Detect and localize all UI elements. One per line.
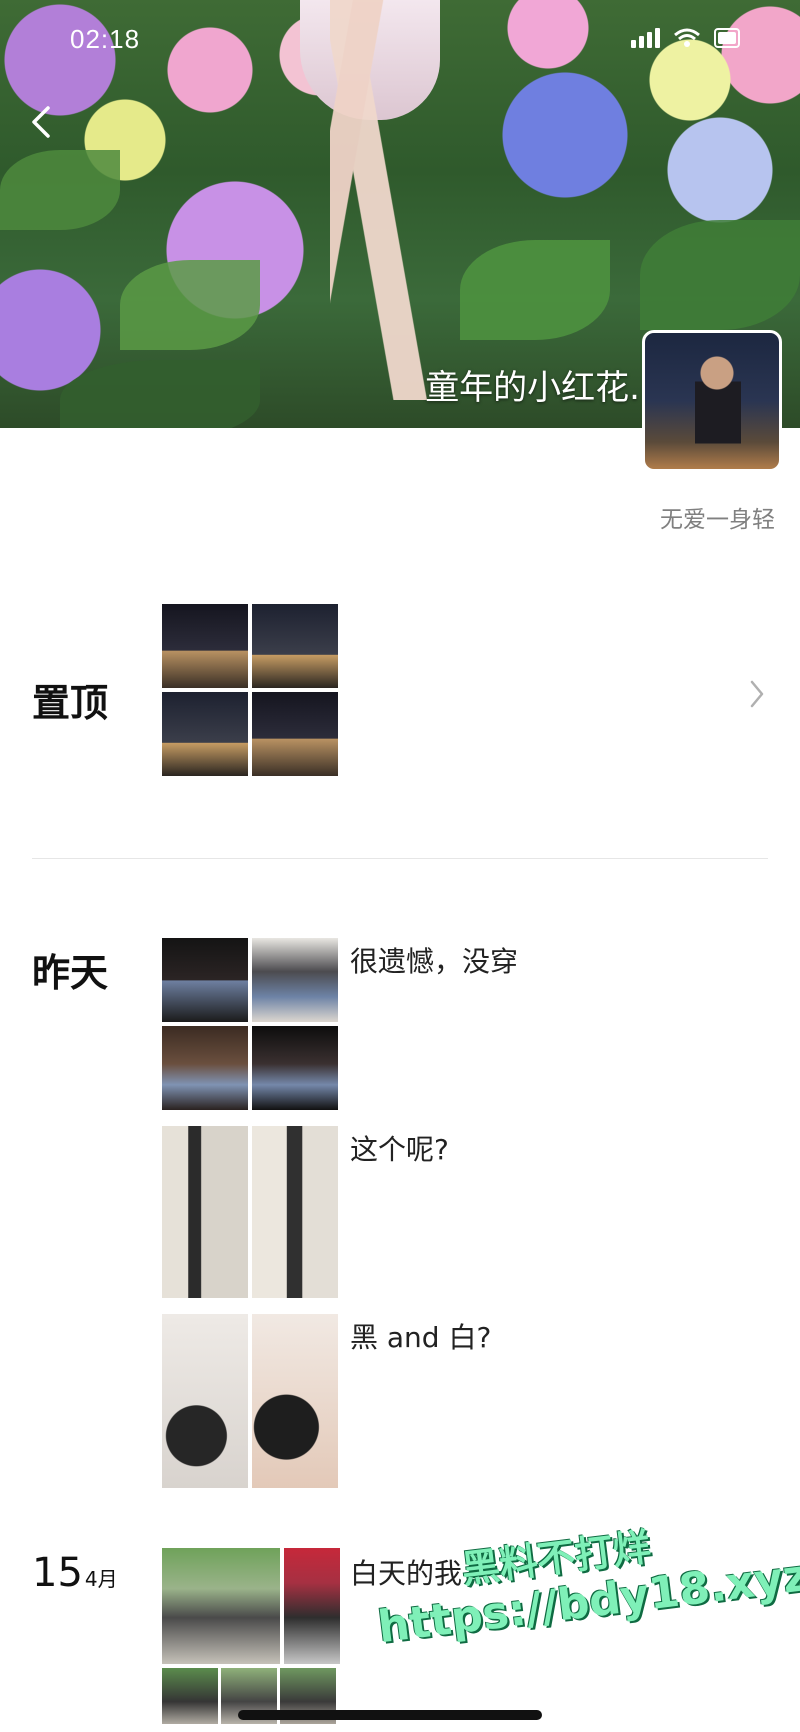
- pinned-photo-grid[interactable]: [162, 604, 338, 776]
- cover-legs: [330, 0, 460, 400]
- post-date: 15 4月: [32, 1550, 118, 1596]
- date-month: 4月: [84, 1567, 118, 1591]
- avatar[interactable]: [642, 330, 782, 472]
- post-photo-grid[interactable]: [162, 1548, 340, 1664]
- home-indicator[interactable]: [238, 1710, 542, 1720]
- photo-thumbnail: [284, 1548, 340, 1664]
- status-time: 02:18: [70, 24, 141, 54]
- photo-thumbnail: [162, 604, 248, 688]
- photo-thumbnail: [162, 1548, 280, 1664]
- photo-thumbnail: [252, 692, 338, 776]
- wifi-icon: [674, 28, 700, 47]
- photo-thumbnail: [252, 604, 338, 688]
- photo-thumbnail: [162, 1126, 248, 1298]
- post-photo-grid[interactable]: [162, 938, 338, 1110]
- chevron-right-icon[interactable]: [746, 676, 768, 712]
- post-photo-grid[interactable]: [162, 1314, 338, 1488]
- signal-icon: [631, 28, 660, 48]
- cover-leaf: [60, 360, 260, 428]
- watermark: 黑料不打烊 https://bdy18.xyz: [370, 1507, 800, 1653]
- cover-leaf: [640, 220, 800, 330]
- yesterday-label: 昨天: [32, 951, 109, 995]
- divider: [32, 858, 768, 859]
- photo-thumbnail: [252, 938, 338, 1022]
- photo-thumbnail: [252, 1026, 338, 1110]
- photo-thumbnail: [162, 692, 248, 776]
- status-icons: [631, 28, 740, 48]
- pinned-label: 置顶: [32, 681, 109, 725]
- cover-leaf: [0, 150, 120, 230]
- post-photo-grid[interactable]: [162, 1126, 338, 1298]
- photo-thumbnail: [162, 1668, 218, 1724]
- photo-thumbnail: [252, 1126, 338, 1298]
- photo-thumbnail: [162, 1026, 248, 1110]
- date-day: 15: [32, 1550, 83, 1596]
- post-text[interactable]: 黑 and 白?: [350, 1316, 491, 1356]
- post-text[interactable]: 这个呢?: [350, 1128, 449, 1168]
- cover-leaf: [120, 260, 260, 350]
- photo-thumbnail: [162, 938, 248, 1022]
- photo-thumbnail: [162, 1314, 248, 1488]
- profile-nickname: 无爱一身轻: [660, 507, 775, 533]
- back-arrow-icon[interactable]: [24, 104, 60, 140]
- post-text[interactable]: 很遗憾，没穿: [350, 940, 518, 980]
- battery-icon: [714, 28, 740, 48]
- photo-thumbnail: [252, 1314, 338, 1488]
- cover-leaf: [460, 240, 610, 340]
- cover-caption: 童年的小红花.: [425, 368, 640, 408]
